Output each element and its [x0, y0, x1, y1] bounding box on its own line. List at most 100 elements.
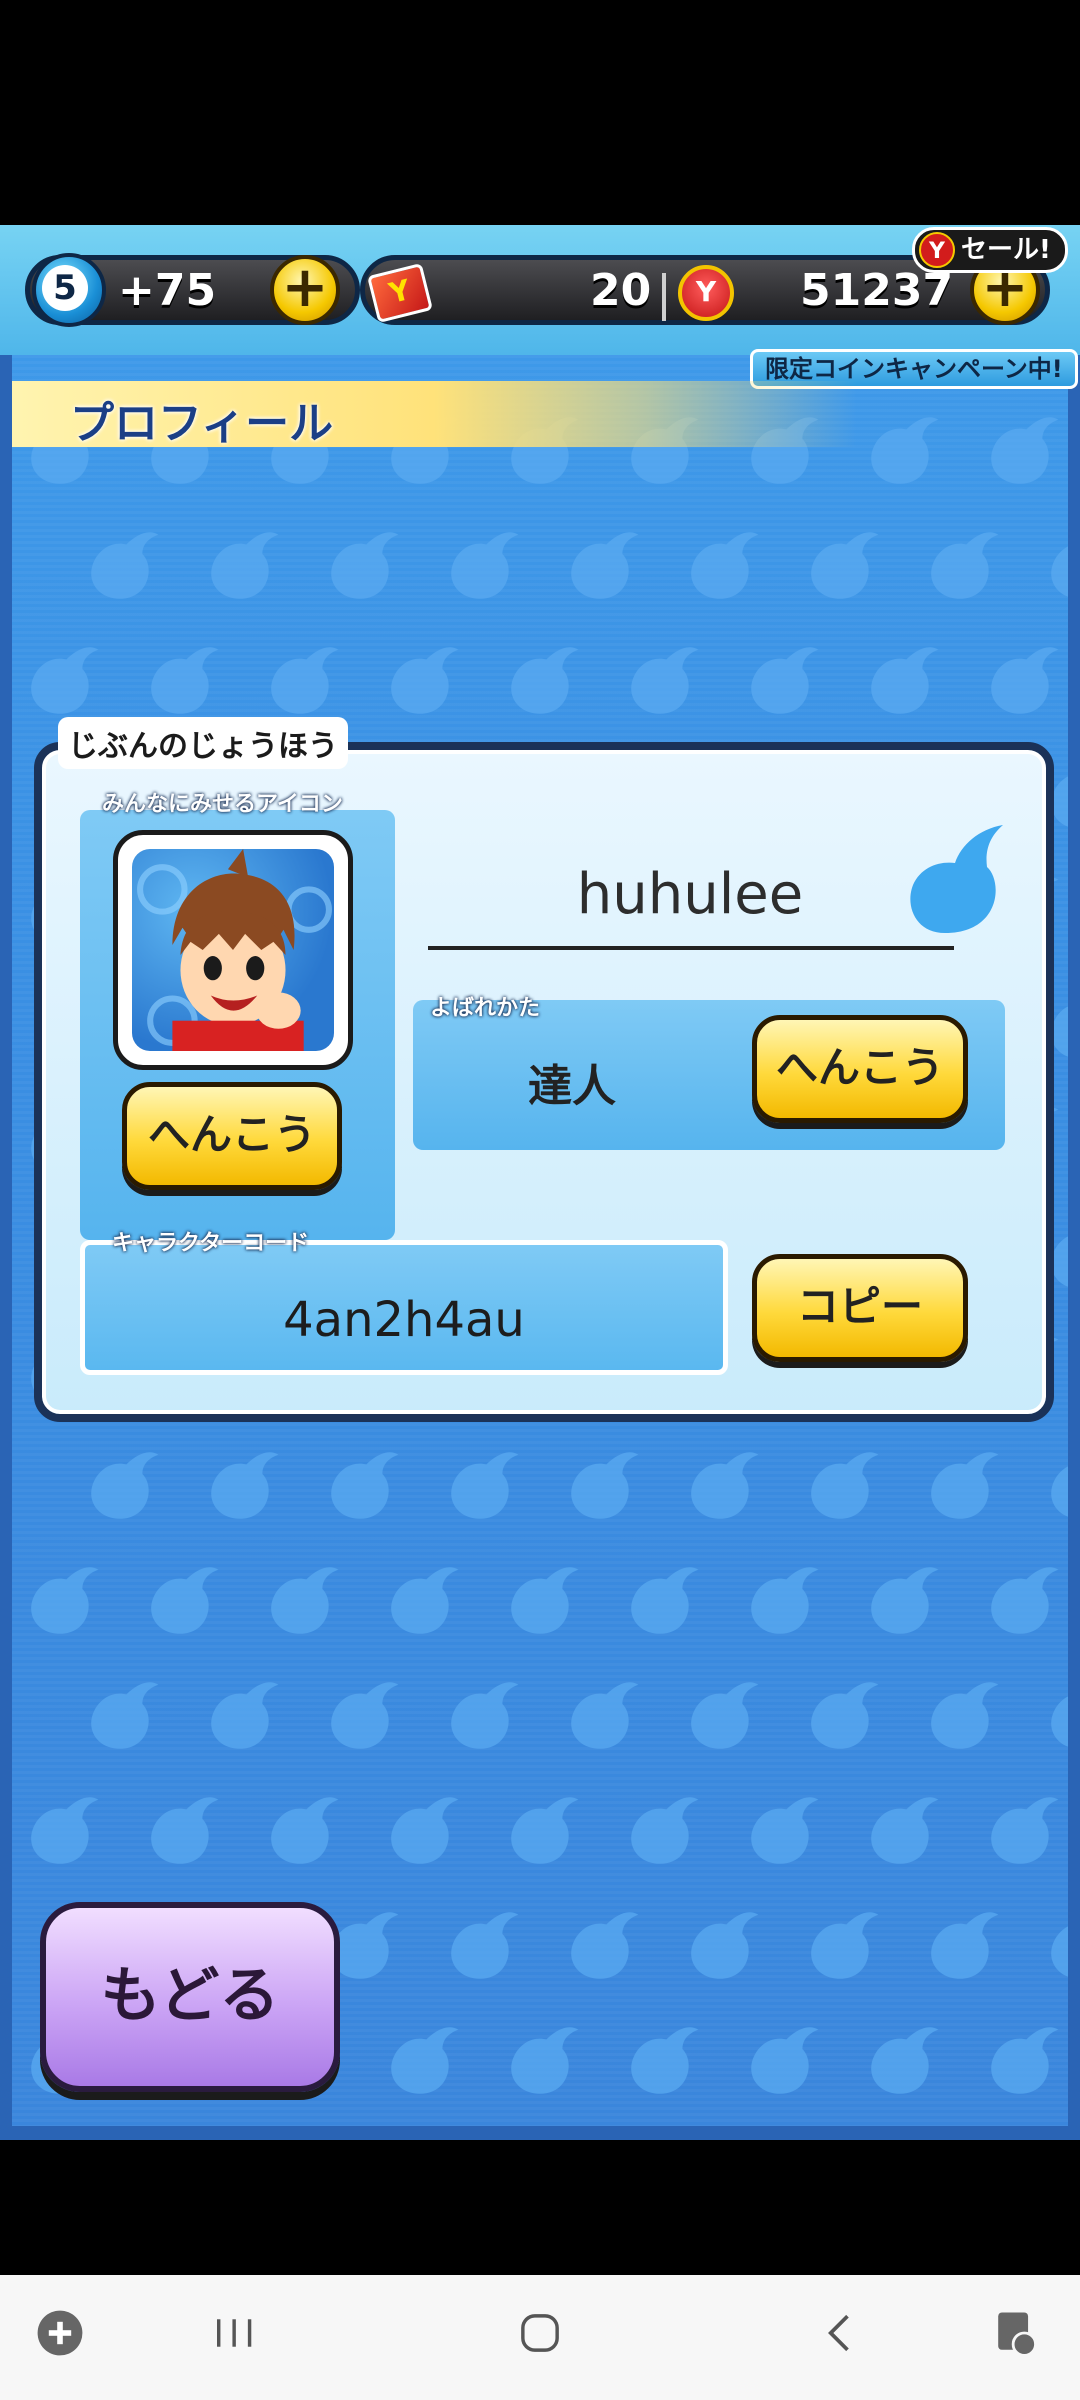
system-nav-bar — [0, 2275, 1080, 2400]
background-drop-icon — [811, 1452, 879, 1519]
background-drop-icon — [151, 647, 219, 714]
background-drop-icon — [211, 1452, 279, 1519]
background-drop-icon — [571, 1452, 639, 1519]
level-number: 5 — [42, 265, 88, 311]
avatar-frame — [113, 830, 353, 1070]
add-stamina-button[interactable]: + — [270, 255, 340, 325]
background-drop-icon — [751, 2027, 819, 2094]
background-drop-icon — [811, 532, 879, 599]
recent-apps-icon[interactable] — [200, 2305, 270, 2369]
alias-value: 達人 — [528, 1061, 616, 1112]
background-drop-icon — [331, 1452, 399, 1519]
background-drop-icon — [511, 1797, 579, 1864]
background-drop-icon — [1051, 992, 1080, 1059]
background-drop-icon — [691, 1452, 759, 1519]
change-alias-button[interactable]: へんこう — [752, 1015, 968, 1123]
avatar — [132, 849, 334, 1051]
character-code-label: キャラクターコード — [112, 1231, 310, 1256]
background-drop-icon — [331, 1682, 399, 1749]
status-bar-area — [0, 0, 1080, 225]
background-drop-icon — [871, 647, 939, 714]
background-drop-icon — [211, 1682, 279, 1749]
background-drop-icon — [451, 1912, 519, 1979]
background-drop-icon — [1051, 532, 1080, 599]
page-title: プロフィール — [70, 398, 334, 449]
profile-section-title: じぶんのじょうほう — [58, 717, 348, 769]
background-drop-icon — [811, 1682, 879, 1749]
background-drop-icon — [571, 532, 639, 599]
screenshot-assist-icon[interactable] — [985, 2305, 1045, 2369]
background-drop-icon — [1051, 762, 1080, 829]
sale-badge[interactable]: Y セール! — [912, 227, 1068, 273]
background-drop-icon — [931, 1452, 999, 1519]
background-drop-icon — [751, 1797, 819, 1864]
background-drop-icon — [871, 1797, 939, 1864]
background-drop-icon — [91, 532, 159, 599]
background-drop-icon — [211, 532, 279, 599]
background-drop-icon — [1051, 1682, 1080, 1749]
alias-section-label: よばれかた — [430, 996, 541, 1021]
background-drop-icon — [91, 1452, 159, 1519]
background-drop-icon — [391, 1797, 459, 1864]
character-code: 4an2h4au — [283, 1292, 525, 1348]
background-drop-icon — [511, 647, 579, 714]
background-drop-icon — [1051, 1452, 1080, 1519]
background-drop-icon — [271, 647, 339, 714]
coin-purse-icon: Y — [678, 265, 734, 321]
background-drop-icon — [511, 1567, 579, 1634]
background-drop-icon — [271, 1567, 339, 1634]
background-drop-icon — [991, 647, 1059, 714]
background-drop-icon — [391, 1567, 459, 1634]
background-drop-icon — [151, 1567, 219, 1634]
background-drop-icon — [331, 532, 399, 599]
background-drop-icon — [91, 1682, 159, 1749]
background-drop-icon — [571, 1682, 639, 1749]
background-drop-icon — [631, 1567, 699, 1634]
background-drop-icon — [391, 647, 459, 714]
background-drop-icon — [691, 532, 759, 599]
stamina-gain: +75 — [118, 265, 217, 316]
game-launcher-icon[interactable] — [30, 2305, 90, 2369]
background-drop-icon — [1051, 1912, 1080, 1979]
background-drop-icon — [451, 532, 519, 599]
background-drop-icon — [871, 2027, 939, 2094]
background-drop-icon — [331, 1912, 399, 1979]
sale-y-icon: Y — [919, 232, 955, 268]
background-drop-icon — [991, 1567, 1059, 1634]
background-drop-icon — [811, 1912, 879, 1979]
avatar-character-icon — [137, 849, 332, 1051]
back-icon[interactable] — [810, 2305, 870, 2369]
back-button[interactable]: もどる — [40, 1902, 340, 2092]
background-drop-icon — [691, 1682, 759, 1749]
background-drop-icon — [991, 2027, 1059, 2094]
background-drop-icon — [631, 647, 699, 714]
background-drop-icon — [151, 1797, 219, 1864]
background-drop-icon — [271, 1797, 339, 1864]
background-drop-icon — [31, 1797, 99, 1864]
background-drop-icon — [31, 1567, 99, 1634]
home-icon[interactable] — [505, 2305, 575, 2369]
background-drop-icon — [751, 647, 819, 714]
player-name: huhulee — [576, 862, 804, 927]
change-icon-button[interactable]: へんこう — [122, 1082, 342, 1190]
background-drop-icon — [451, 1452, 519, 1519]
background-drop-icon — [31, 647, 99, 714]
currency-divider — [662, 273, 666, 321]
player-name-underline — [428, 946, 954, 950]
background-drop-icon — [631, 2027, 699, 2094]
background-drop-icon — [751, 1567, 819, 1634]
background-drop-icon — [931, 1912, 999, 1979]
copy-code-button[interactable]: コピー — [752, 1254, 968, 1362]
drop-decoration-icon — [910, 825, 1003, 933]
background-drop-icon — [1051, 1222, 1080, 1289]
background-drop-icon — [391, 2027, 459, 2094]
background-drop-icon — [451, 1682, 519, 1749]
background-drop-icon — [631, 1797, 699, 1864]
background-drop-icon — [511, 2027, 579, 2094]
background-drop-icon — [931, 1682, 999, 1749]
background-drop-icon — [871, 1567, 939, 1634]
icon-section-label: みんなにみせるアイコン — [102, 792, 343, 817]
ticket-count: 20 — [590, 265, 652, 316]
background-drop-icon — [991, 1797, 1059, 1864]
background-drop-icon — [571, 1912, 639, 1979]
